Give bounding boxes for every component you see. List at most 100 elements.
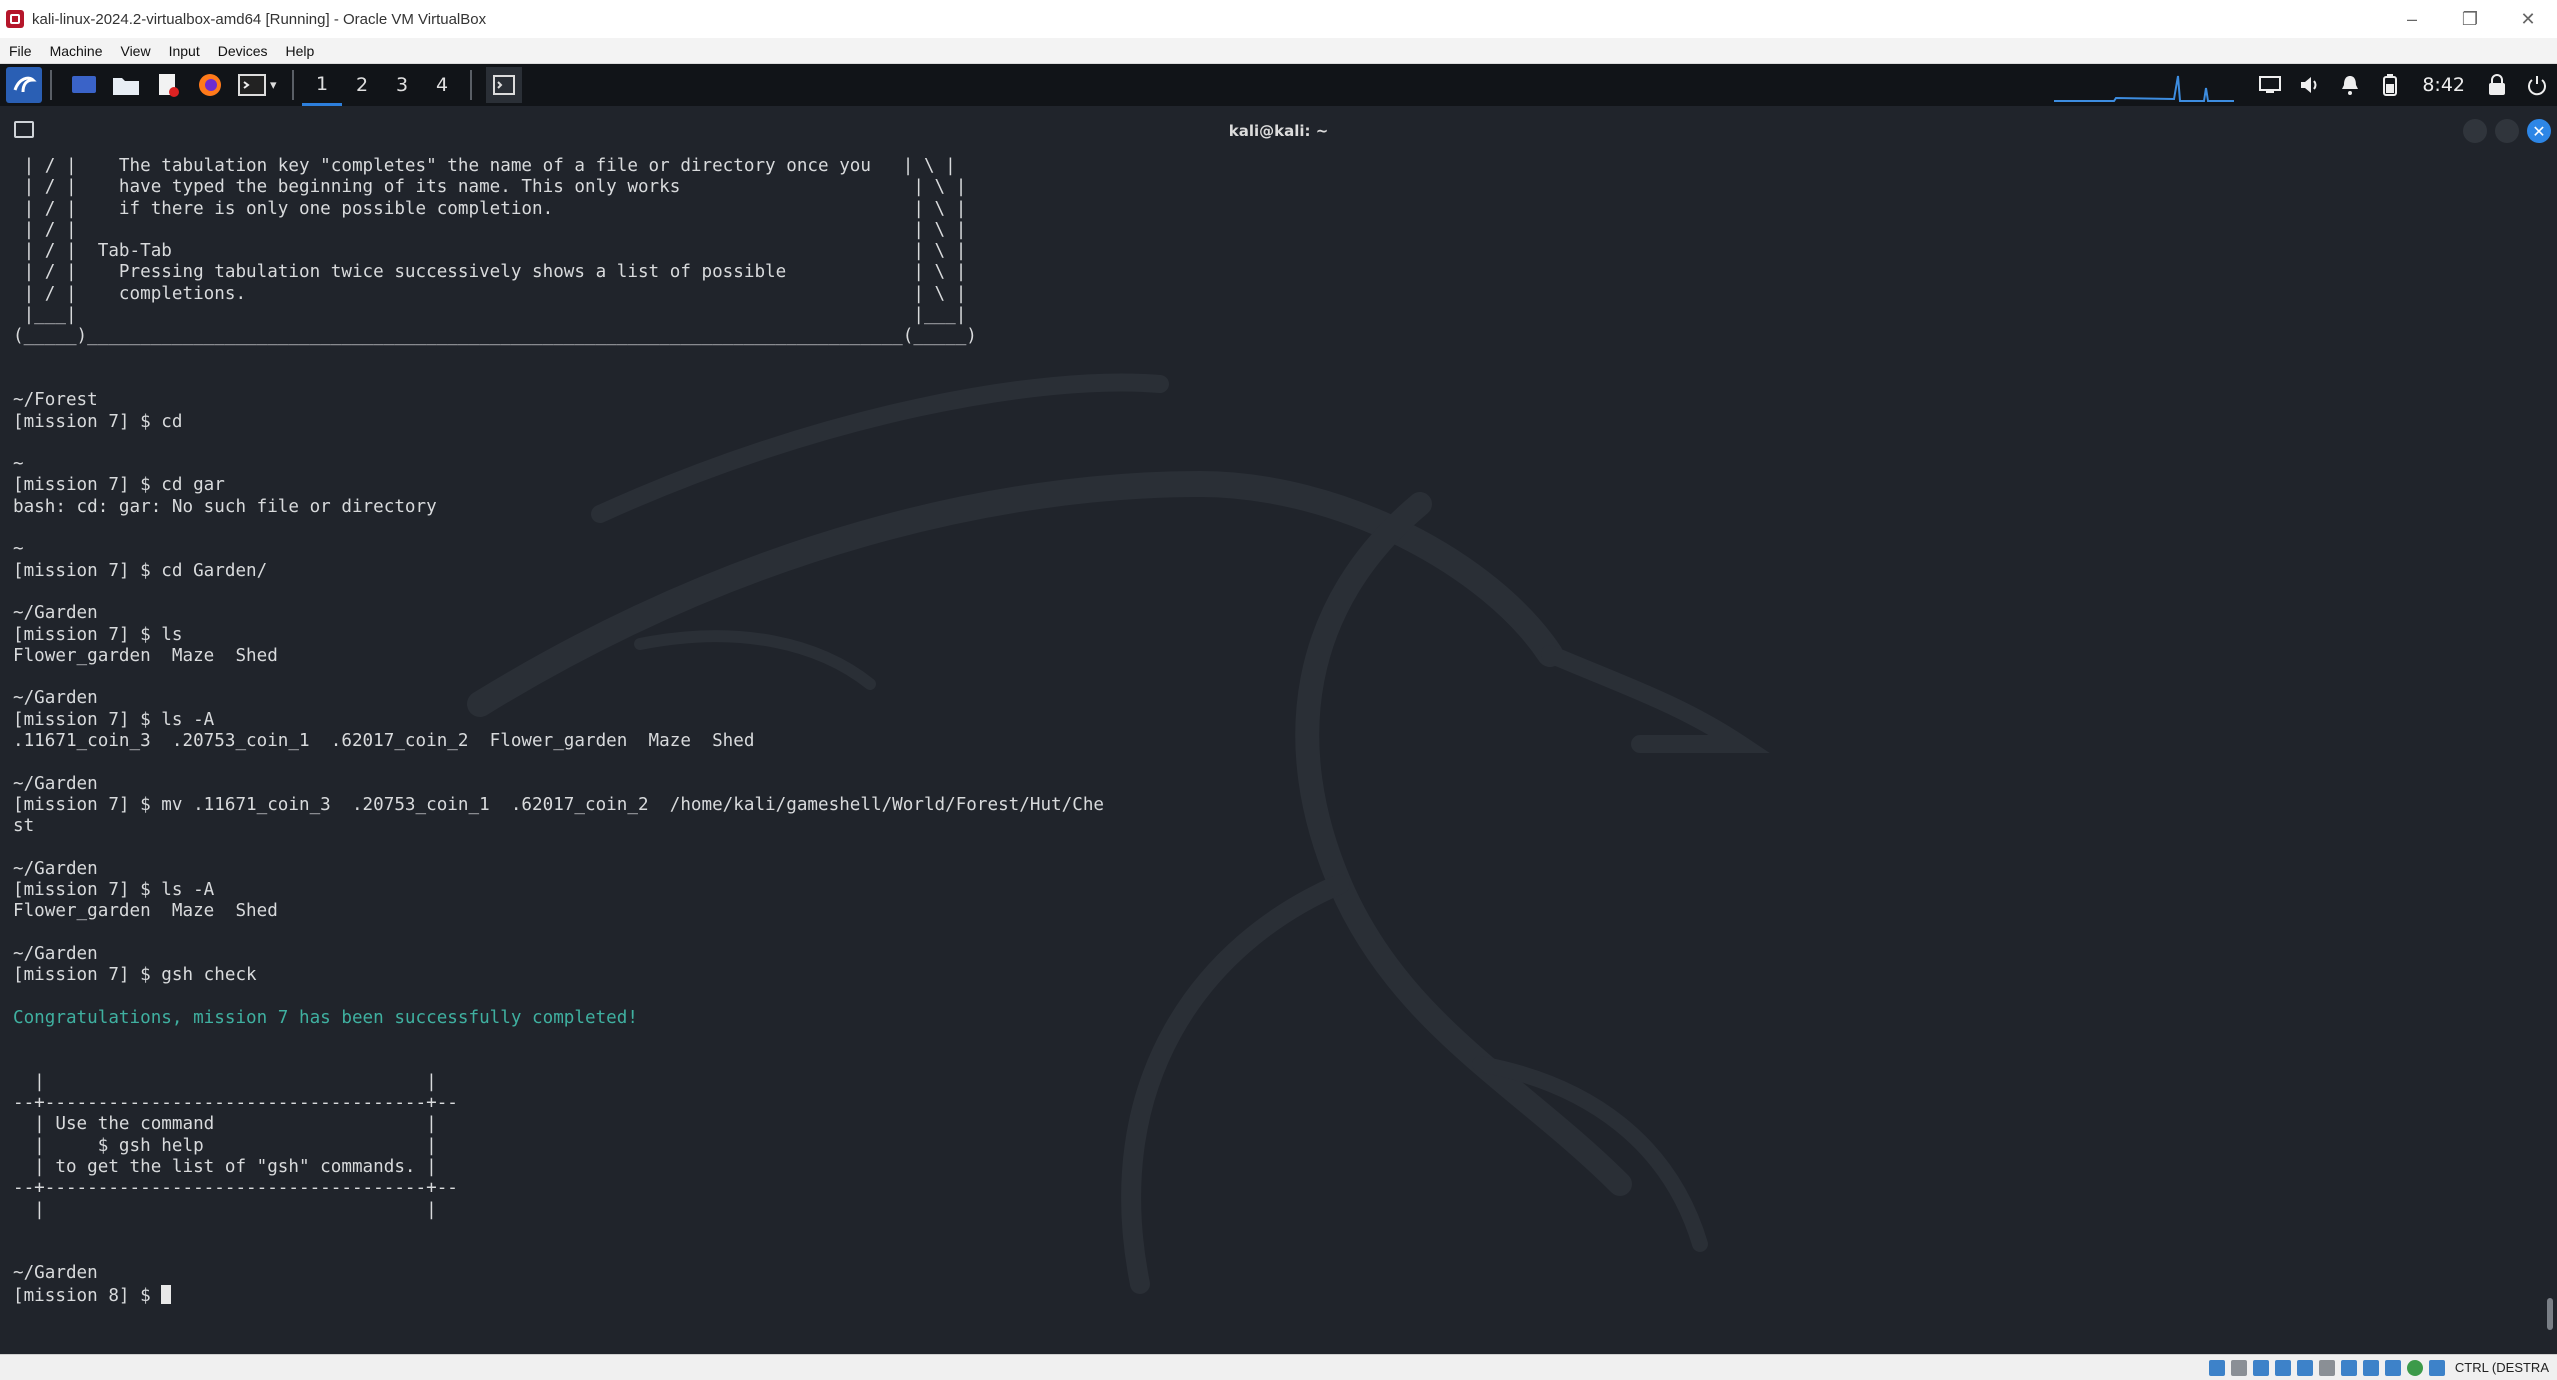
terminal-line: ~/Garden <box>13 688 98 709</box>
terminal-line: (_____)_________________________________… <box>13 326 977 347</box>
menu-file[interactable]: File <box>0 43 41 59</box>
terminal-line: --+------------------------------------+… <box>13 1178 458 1199</box>
terminal-line: ~ <box>13 539 24 560</box>
menu-view[interactable]: View <box>111 43 159 59</box>
terminal-icon[interactable] <box>234 67 270 103</box>
terminal-line: ~/Forest <box>13 390 98 411</box>
terminal-line: | / | | \ | <box>13 219 967 240</box>
virtualbox-status-bar: CTRL (DESTRA <box>0 1354 2557 1380</box>
guest-screen: ▾ 1 2 3 4 8:42 kali@kali: ~ ✕ | / | The <box>0 64 2557 1354</box>
terminal-prompt: [mission 8] $ <box>13 1285 162 1306</box>
volume-icon[interactable] <box>2290 64 2330 106</box>
minimize-button[interactable]: – <box>2383 0 2441 38</box>
terminal-line: ~/Garden <box>13 773 98 794</box>
terminal-line: Congratulations, mission 7 has been succ… <box>13 1007 638 1028</box>
shared-folders-icon[interactable] <box>2318 1359 2335 1376</box>
terminal-line: Flower_garden Maze Shed <box>13 901 278 922</box>
display-status-icon[interactable] <box>2340 1359 2357 1376</box>
terminal-line: [mission 7] $ mv .11671_coin_3 .20753_co… <box>13 794 1105 815</box>
terminal-line: st <box>13 816 35 837</box>
menu-input[interactable]: Input <box>160 43 209 59</box>
terminal-line: ~/Garden <box>13 858 98 879</box>
power-icon[interactable] <box>2517 64 2557 106</box>
restore-button[interactable]: ❐ <box>2441 0 2499 38</box>
workspace-2[interactable]: 2 <box>342 64 382 106</box>
battery-icon[interactable] <box>2370 64 2410 106</box>
hard-disk-icon[interactable] <box>2208 1359 2225 1376</box>
terminal-line: [mission 7] $ cd gar <box>13 475 225 496</box>
terminal-window-title: kali@kali: ~ <box>1228 122 1329 140</box>
terminal-cursor <box>161 1284 172 1304</box>
file-manager-icon[interactable] <box>108 67 144 103</box>
terminal-scrollbar[interactable] <box>2547 1298 2553 1330</box>
terminal-line: .11671_coin_3 .20753_coin_1 .62017_coin_… <box>13 731 755 752</box>
terminal-line: [mission 7] $ ls <box>13 624 183 645</box>
terminal-line: | / | have typed the beginning of its na… <box>13 177 967 198</box>
workspace-1[interactable]: 1 <box>302 64 342 106</box>
terminal-line: [mission 7] $ ls -A <box>13 709 215 730</box>
terminal-line: [mission 7] $ cd <box>13 411 183 432</box>
audio-icon[interactable] <box>2252 1359 2269 1376</box>
menu-machine[interactable]: Machine <box>41 43 112 59</box>
terminal-line: | Use the command | <box>13 1114 437 1135</box>
mouse-integration-icon[interactable] <box>2406 1359 2423 1376</box>
terminal-line: ~/Garden <box>13 943 98 964</box>
terminal-maximize-button[interactable] <box>2495 119 2519 143</box>
close-button[interactable]: ✕ <box>2499 0 2557 38</box>
terminal-line: | | <box>13 1071 437 1092</box>
terminal-line: bash: cd: gar: No such file or directory <box>13 496 437 517</box>
taskbar-terminal-window[interactable] <box>486 67 522 103</box>
network-icon[interactable] <box>2274 1359 2291 1376</box>
keyboard-status-icon[interactable] <box>2428 1359 2445 1376</box>
terminal-line: | | <box>13 1199 437 1220</box>
workspace-3[interactable]: 3 <box>382 64 422 106</box>
chevron-down-icon[interactable]: ▾ <box>270 77 284 93</box>
terminal-line: Flower_garden Maze Shed <box>13 645 278 666</box>
terminal-line: | $ gsh help | <box>13 1135 437 1156</box>
terminal-line: | to get the list of "gsh" commands. | <box>13 1156 437 1177</box>
optical-drive-icon[interactable] <box>2230 1359 2247 1376</box>
lock-screen-icon[interactable] <box>2477 64 2517 106</box>
terminal-line: [mission 7] $ gsh check <box>13 965 257 986</box>
firefox-icon[interactable] <box>192 67 228 103</box>
menu-help[interactable]: Help <box>277 43 324 59</box>
recording-icon[interactable] <box>2362 1359 2379 1376</box>
display-icon[interactable] <box>2250 64 2290 106</box>
kali-top-panel: ▾ 1 2 3 4 8:42 <box>0 64 2557 106</box>
usb-icon[interactable] <box>2296 1359 2313 1376</box>
virtualbox-title-bar: kali-linux-2024.2-virtualbox-amd64 [Runn… <box>0 0 2557 39</box>
terminal-close-button[interactable]: ✕ <box>2527 119 2551 143</box>
terminal-line: | / | Tab-Tab | \ | <box>13 241 967 262</box>
terminal-prompt-line[interactable]: [mission 8] $ <box>13 1284 2513 1307</box>
terminal-line: ~/Garden <box>13 1263 98 1284</box>
terminal-line: [mission 7] $ cd Garden/ <box>13 560 268 581</box>
panel-clock[interactable]: 8:42 <box>2410 74 2477 96</box>
terminal-output[interactable]: | / | The tabulation key "completes" the… <box>13 156 2513 1354</box>
workspace-4[interactable]: 4 <box>422 64 462 106</box>
desktop-icon[interactable] <box>66 67 102 103</box>
virtualbox-logo-icon <box>6 10 24 28</box>
kali-menu-icon[interactable] <box>6 67 42 103</box>
menu-devices[interactable]: Devices <box>209 43 277 59</box>
terminal-line: | / | The tabulation key "completes" the… <box>13 156 956 176</box>
terminal-line: --+------------------------------------+… <box>13 1093 458 1114</box>
virtualbox-menu-bar: File Machine View Input Devices Help <box>0 38 2557 64</box>
terminal-line: ~/Garden <box>13 603 98 624</box>
text-editor-icon[interactable] <box>150 67 186 103</box>
terminal-line: | / | Pressing tabulation twice successi… <box>13 262 967 283</box>
cpu-status-icon[interactable] <box>2384 1359 2401 1376</box>
notifications-icon[interactable] <box>2330 64 2370 106</box>
terminal-minimize-button[interactable] <box>2463 119 2487 143</box>
